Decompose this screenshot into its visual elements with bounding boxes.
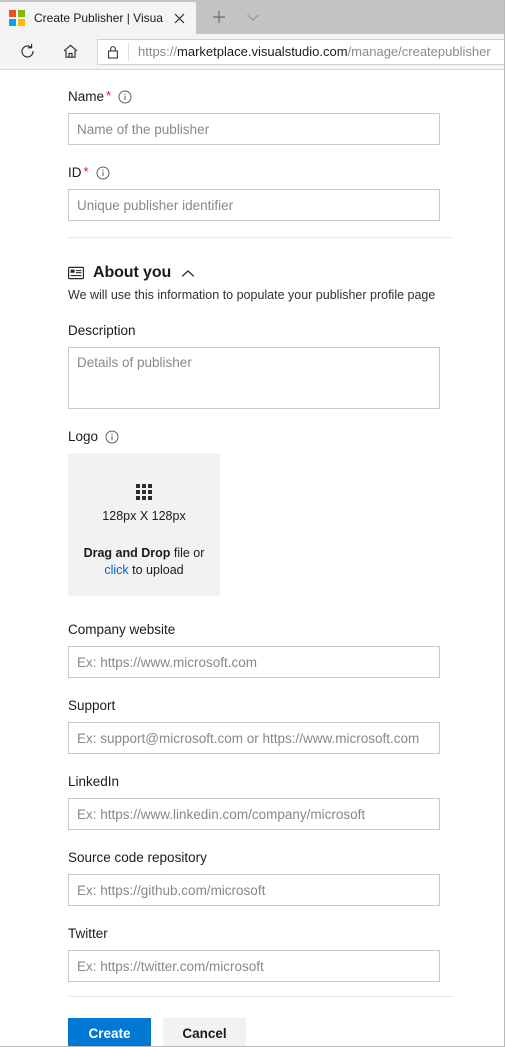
upload-rest: to upload xyxy=(128,563,184,577)
info-icon[interactable] xyxy=(118,90,132,104)
info-icon[interactable] xyxy=(105,430,119,444)
field-label-id: ID * xyxy=(68,165,504,181)
field-label-support-text: Support xyxy=(68,698,116,713)
field-label-company-website: Company website xyxy=(68,622,504,638)
form-actions: Create Cancel xyxy=(0,1018,504,1046)
browser-tab-strip: Create Publisher | Visua xyxy=(0,0,504,34)
field-label-id-text: ID xyxy=(68,165,82,180)
field-label-source-repo-text: Source code repository xyxy=(68,850,207,865)
upload-link[interactable]: click xyxy=(104,563,128,577)
url-path: /manage/createpublisher xyxy=(347,43,491,59)
address-bar-divider xyxy=(128,42,129,61)
field-label-twitter: Twitter xyxy=(68,926,504,942)
browser-window: Create Publisher | Visua https://marketp… xyxy=(0,0,505,1047)
company-website-input[interactable] xyxy=(68,646,440,678)
about-you-subtitle: We will use this information to populate… xyxy=(68,288,436,302)
name-input[interactable] xyxy=(68,113,440,145)
field-label-twitter-text: Twitter xyxy=(68,926,108,941)
browser-tab-title: Create Publisher | Visua xyxy=(34,11,163,25)
field-label-name: Name * xyxy=(68,89,504,105)
home-icon[interactable] xyxy=(57,39,83,65)
required-marker: * xyxy=(106,88,112,103)
reload-icon[interactable] xyxy=(14,39,40,65)
field-company-website: Company website xyxy=(68,622,504,678)
field-label-source-repo: Source code repository xyxy=(68,850,504,866)
logo-dimensions-text: 128px X 128px xyxy=(102,509,186,523)
field-label-name-text: Name xyxy=(68,89,105,104)
field-description: Description xyxy=(68,323,504,409)
microsoft-logo-icon xyxy=(9,10,25,26)
field-label-description-text: Description xyxy=(68,323,136,338)
grid-icon xyxy=(136,484,152,500)
about-you-header[interactable]: About you xyxy=(68,264,504,282)
browser-tab[interactable]: Create Publisher | Visua xyxy=(0,2,196,34)
page-content: Name * ID * xyxy=(0,71,504,1046)
url-text: https://marketplace.visualstudio.com/man… xyxy=(138,40,491,64)
field-support: Support xyxy=(68,698,504,754)
field-linkedin: LinkedIn xyxy=(68,774,504,830)
description-textarea[interactable] xyxy=(68,347,440,409)
url-scheme: https:// xyxy=(138,43,178,59)
field-logo: Logo 128px X 128px Drag and Drop file or xyxy=(68,429,504,596)
field-label-support: Support xyxy=(68,698,504,714)
contact-card-icon xyxy=(68,266,84,280)
chevron-down-icon[interactable] xyxy=(240,4,266,30)
source-repo-input[interactable] xyxy=(68,874,440,906)
id-input[interactable] xyxy=(68,189,440,221)
field-source-repo: Source code repository xyxy=(68,850,504,906)
browser-toolbar: https://marketplace.visualstudio.com/man… xyxy=(0,34,504,70)
logo-instructions: Drag and Drop file or click to upload xyxy=(84,545,205,579)
drag-and-drop-text: Drag and Drop xyxy=(83,546,171,560)
cancel-button[interactable]: Cancel xyxy=(163,1018,246,1046)
twitter-input[interactable] xyxy=(68,950,440,982)
field-label-logo: Logo xyxy=(68,429,504,445)
create-button[interactable]: Create xyxy=(68,1018,151,1046)
field-twitter: Twitter xyxy=(68,926,504,982)
address-bar[interactable]: https://marketplace.visualstudio.com/man… xyxy=(97,38,504,65)
lock-icon xyxy=(108,45,118,59)
create-publisher-form: Name * ID * xyxy=(0,71,504,997)
about-you-title: About you xyxy=(93,264,172,281)
field-label-linkedin: LinkedIn xyxy=(68,774,504,790)
actions-divider xyxy=(68,996,453,997)
required-marker: * xyxy=(83,164,89,179)
linkedin-input[interactable] xyxy=(68,798,440,830)
close-icon[interactable] xyxy=(166,5,192,31)
drag-and-drop-rest: file or xyxy=(170,546,205,560)
field-name: Name * xyxy=(68,89,504,145)
url-host: marketplace.visualstudio.com xyxy=(177,43,348,59)
field-label-logo-text: Logo xyxy=(68,429,99,444)
new-tab-icon[interactable] xyxy=(206,4,232,30)
field-label-company-website-text: Company website xyxy=(68,622,176,637)
logo-dropzone[interactable]: 128px X 128px Drag and Drop file or clic… xyxy=(68,453,220,596)
support-input[interactable] xyxy=(68,722,440,754)
field-label-linkedin-text: LinkedIn xyxy=(68,774,120,789)
field-id: ID * xyxy=(68,165,504,221)
field-label-description: Description xyxy=(68,323,504,339)
chevron-up-icon[interactable] xyxy=(181,269,195,278)
info-icon[interactable] xyxy=(96,166,110,180)
